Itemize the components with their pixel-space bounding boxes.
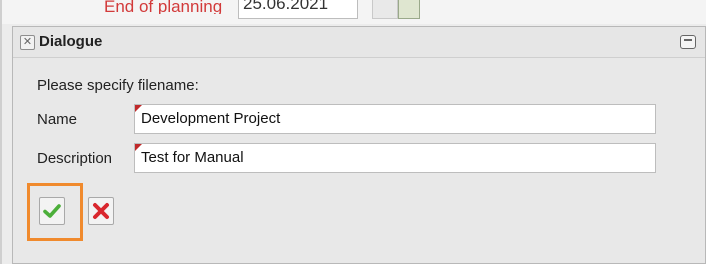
name-label: Name bbox=[37, 111, 78, 128]
filename-dialog: ✕ Dialogue Please specify filename: Name… bbox=[12, 26, 706, 264]
calendar-icon[interactable] bbox=[398, 0, 420, 19]
cross-icon bbox=[93, 203, 109, 219]
dialog-prompt: Please specify filename: bbox=[37, 77, 199, 94]
name-field-value: Development Project bbox=[141, 110, 281, 127]
close-icon[interactable]: ✕ bbox=[20, 35, 35, 50]
background-divider bbox=[0, 0, 2, 264]
description-field[interactable]: Test for Manual bbox=[134, 143, 656, 173]
date-stepper[interactable] bbox=[372, 0, 398, 19]
end-of-planning-date-field[interactable]: 25.06.2021 bbox=[238, 0, 358, 19]
name-field[interactable]: Development Project bbox=[134, 104, 656, 134]
cancel-button[interactable] bbox=[88, 197, 114, 225]
dialog-titlebar: ✕ Dialogue bbox=[13, 27, 705, 58]
description-field-value: Test for Manual bbox=[141, 149, 244, 166]
maximize-icon[interactable] bbox=[680, 35, 696, 49]
check-icon bbox=[43, 204, 61, 218]
dialog-title: Dialogue bbox=[39, 33, 103, 50]
description-label: Description bbox=[37, 150, 113, 167]
ok-button[interactable] bbox=[39, 197, 65, 225]
